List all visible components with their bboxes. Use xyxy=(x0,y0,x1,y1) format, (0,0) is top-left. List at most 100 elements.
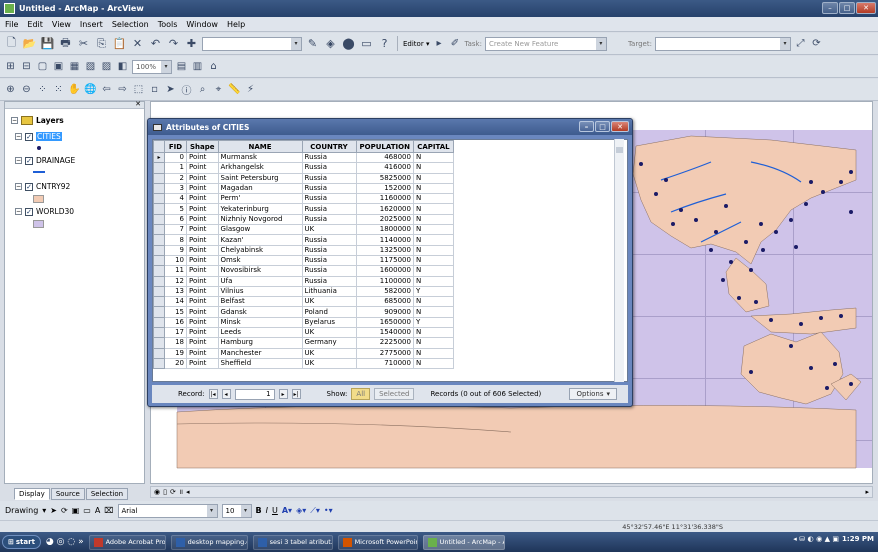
cell-shape[interactable]: Point xyxy=(186,172,219,184)
cell-shape[interactable]: Point xyxy=(186,224,219,236)
font-size-combo[interactable]: 10 ▾ xyxy=(221,503,252,518)
cell-name[interactable]: Novosibirsk xyxy=(217,265,303,277)
cell-capital[interactable]: N xyxy=(412,254,454,267)
menu-insert[interactable]: Insert xyxy=(80,20,103,29)
cell-fid[interactable]: 1 xyxy=(164,162,187,174)
open-folder-icon[interactable]: 📂 xyxy=(22,36,37,51)
row-selector[interactable] xyxy=(153,285,165,298)
cell-name[interactable]: Ufa xyxy=(217,275,303,287)
font-combo[interactable]: Arial ▾ xyxy=(117,503,218,518)
cell-fid[interactable]: 2 xyxy=(164,172,187,184)
table-row[interactable]: 4 Point Perm' Russia 1160000 N xyxy=(153,193,594,205)
cell-country[interactable]: Russia xyxy=(301,244,357,256)
row-selector[interactable] xyxy=(153,224,165,236)
cell-fid[interactable]: 15 xyxy=(164,306,187,318)
cell-country[interactable]: Russia xyxy=(301,172,357,184)
cell-population[interactable]: 2775000 xyxy=(355,347,414,359)
measure-icon[interactable]: 📏 xyxy=(228,82,241,97)
cell-fid[interactable]: 16 xyxy=(164,316,187,329)
cell-population[interactable]: 1620000 xyxy=(355,203,414,215)
map-scale-combo[interactable]: ▾ xyxy=(202,36,302,51)
table-row[interactable]: 11 Point Novosibirsk Russia 1600000 N xyxy=(153,265,594,277)
cell-population[interactable]: 416000 xyxy=(355,162,414,174)
row-selector[interactable]: ▸ xyxy=(153,151,165,164)
cell-name[interactable]: Perm' xyxy=(217,193,303,205)
paste-icon[interactable]: 📋 xyxy=(112,36,127,51)
cell-fid[interactable]: 8 xyxy=(164,234,187,246)
cell-country[interactable]: Poland xyxy=(301,306,357,318)
cell-fid[interactable]: 7 xyxy=(164,224,187,236)
menu-selection[interactable]: Selection xyxy=(112,20,149,29)
zoom-in-layout-icon[interactable]: ⊞ xyxy=(4,59,17,74)
cell-shape[interactable]: Point xyxy=(186,213,219,226)
show-selected-button[interactable]: Selected xyxy=(374,388,415,400)
underline-icon[interactable]: U xyxy=(272,506,278,515)
cell-country[interactable]: Russia xyxy=(301,151,357,164)
cell-country[interactable]: Russia xyxy=(301,265,357,277)
cell-country[interactable]: Russia xyxy=(301,234,357,246)
row-selector[interactable] xyxy=(153,182,165,195)
cell-country[interactable]: UK xyxy=(301,357,357,370)
new-text-icon[interactable]: A xyxy=(95,506,100,515)
layer-name[interactable]: DRAINAGE xyxy=(36,156,75,165)
previous-record-icon[interactable]: ◂ xyxy=(221,389,231,399)
cell-name[interactable]: Chelyabinsk xyxy=(217,244,303,256)
cell-fid[interactable]: 10 xyxy=(164,254,187,267)
cell-shape[interactable]: Point xyxy=(186,234,219,246)
cell-shape[interactable]: Point xyxy=(186,203,219,215)
cell-fid[interactable]: 6 xyxy=(164,213,187,226)
cell-fid[interactable]: 20 xyxy=(164,357,187,370)
layout-view-icon[interactable]: ▯ xyxy=(163,488,167,496)
show-all-button[interactable]: All xyxy=(351,388,371,400)
layer-visibility-checkbox[interactable]: ✓ xyxy=(25,207,33,216)
column-header-fid[interactable]: FID xyxy=(164,140,187,153)
table-row[interactable]: 9 Point Chelyabinsk Russia 1325000 N xyxy=(153,244,594,256)
cell-country[interactable]: Germany xyxy=(301,337,357,349)
cell-shape[interactable]: Point xyxy=(186,285,219,298)
maximize-button[interactable]: □ xyxy=(839,2,855,14)
table-row[interactable]: 8 Point Kazan' Russia 1140000 N xyxy=(153,234,594,246)
toggle-draft-icon[interactable]: ▤ xyxy=(175,59,188,74)
cell-shape[interactable]: Point xyxy=(186,306,219,318)
cell-name[interactable]: Leeds xyxy=(217,327,303,339)
cell-name[interactable]: Hamburg xyxy=(217,337,303,349)
collapse-icon[interactable]: − xyxy=(15,133,22,140)
cell-country[interactable]: UK xyxy=(301,224,357,236)
row-selector[interactable] xyxy=(153,306,165,318)
cell-name[interactable]: Manchester xyxy=(217,347,303,359)
collapse-icon[interactable]: − xyxy=(15,183,22,190)
table-row[interactable]: 5 Point Yekaterinburg Russia 1620000 N xyxy=(153,203,594,215)
cell-fid[interactable]: 5 xyxy=(164,203,187,215)
cell-population[interactable]: 685000 xyxy=(355,296,414,308)
cell-population[interactable]: 1540000 xyxy=(355,327,414,339)
font-color-icon[interactable]: A▾ xyxy=(282,506,292,515)
layer-name[interactable]: CNTRY92 xyxy=(36,182,70,191)
close-button[interactable]: ✕ xyxy=(856,2,876,14)
back-arrow-icon[interactable]: ⇦ xyxy=(100,82,113,97)
table-row[interactable]: 7 Point Glasgow UK 1800000 N xyxy=(153,224,594,236)
cell-capital[interactable]: N xyxy=(412,327,454,339)
table-row[interactable]: 20 Point Sheffield UK 710000 N xyxy=(153,357,594,370)
task-powerpoint[interactable]: Microsoft PowerPoint -... xyxy=(337,534,418,550)
whats-this-help-icon[interactable]: ? xyxy=(377,36,392,51)
add-data-icon[interactable]: ✚ xyxy=(184,36,199,51)
toc-layer-cities[interactable]: − ✓ CITIES xyxy=(15,132,62,141)
editor-toolbar-icon[interactable]: ✎ xyxy=(305,36,320,51)
cell-name[interactable]: Vilnius xyxy=(217,285,303,298)
row-selector[interactable] xyxy=(153,316,165,329)
cell-capital[interactable]: N xyxy=(412,224,454,236)
cell-fid[interactable]: 19 xyxy=(164,347,187,359)
target-combo[interactable]: ▾ xyxy=(654,36,791,51)
focus-data-frame-icon[interactable]: ▥ xyxy=(191,59,204,74)
cell-population[interactable]: 1800000 xyxy=(355,224,414,236)
edit-tool-icon[interactable]: ▸ xyxy=(432,36,445,51)
cell-country[interactable]: Russia xyxy=(301,203,357,215)
cell-fid[interactable]: 14 xyxy=(164,296,187,308)
row-selector-header[interactable] xyxy=(153,140,165,153)
rotate-icon[interactable]: ⟳ xyxy=(61,506,68,515)
cell-shape[interactable]: Point xyxy=(186,193,219,205)
table-row[interactable]: 14 Point Belfast UK 685000 N xyxy=(153,296,594,308)
task-combo[interactable]: Create New Feature ▾ xyxy=(484,36,607,51)
toc-layer-drainage[interactable]: − ✓ DRAINAGE xyxy=(15,156,75,165)
cell-country[interactable]: Lithuania xyxy=(301,285,357,298)
